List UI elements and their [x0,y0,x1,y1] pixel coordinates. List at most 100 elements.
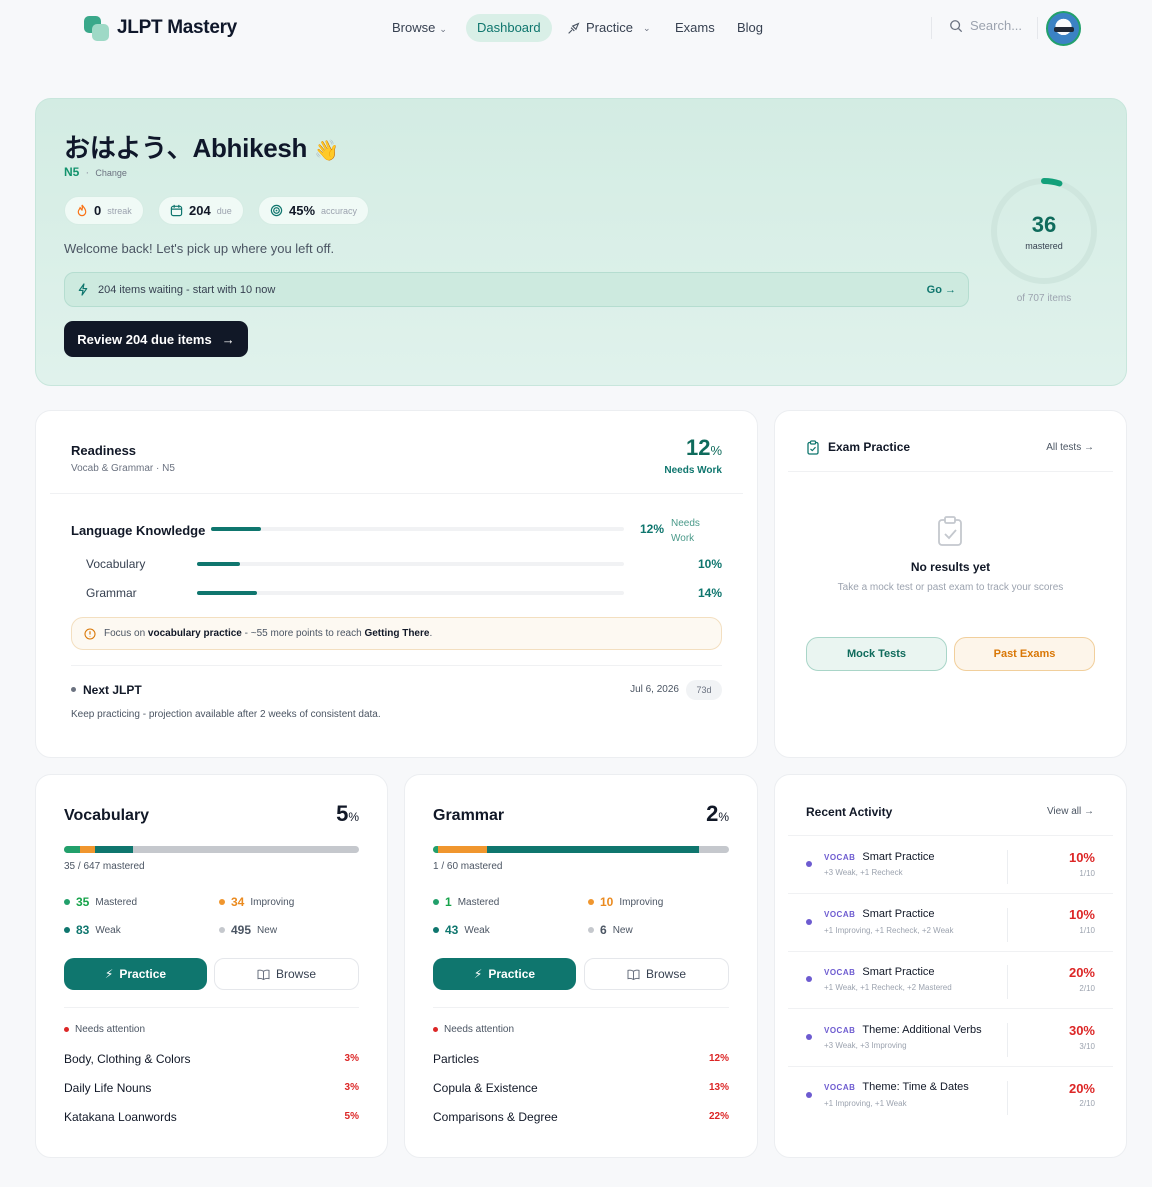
change-level-link[interactable]: Change [95,168,127,178]
divider [788,471,1113,472]
vocabulary-percent: 5% [336,801,359,826]
activity-dot [806,976,812,982]
vocabulary-mastered-text: 35 / 647 mastered [64,861,145,872]
divider [788,951,1113,952]
activity-fraction: 2/10 [1079,1099,1095,1108]
activity-item[interactable]: VOCAB Theme: Additional Verbs [824,1024,982,1036]
attention-item[interactable]: Body, Clothing & Colors [64,1052,191,1066]
divider [64,1007,359,1008]
go-link[interactable]: Go → [927,284,956,296]
logo-text[interactable]: JLPT Mastery [117,17,237,39]
improving-segment [79,846,96,853]
recent-activity-title: Recent Activity [806,805,893,819]
activity-item[interactable]: VOCAB Smart Practice [824,908,935,920]
divider [788,1008,1113,1009]
weak-stat: 83 Weak [64,923,121,937]
vocabulary-readiness-percent: 10% [697,557,722,571]
accuracy-pill: 45% accuracy [258,196,370,225]
arrow-right-icon: → [221,331,235,347]
attention-item[interactable]: Daily Life Nouns [64,1081,151,1095]
activity-score: 20% [1068,965,1095,980]
needs-attention-label: Needs attention [433,1024,514,1035]
needs-attention-label: Needs attention [64,1024,145,1035]
activity-detail: +1 Improving, +1 Recheck, +2 Weak [824,926,954,935]
readiness-status: Needs Work [664,465,722,476]
nav-blog[interactable]: Blog [737,14,763,42]
readiness-percent: 12% [685,435,722,460]
activity-dot [806,919,812,925]
nav-practice[interactable]: Practice ⌄ [567,14,651,42]
all-tests-link[interactable]: All tests → [1000,442,1094,453]
book-icon [627,969,640,980]
activity-detail: +3 Weak, +1 Recheck [824,868,903,877]
exam-practice-title: Exam Practice [828,440,911,454]
activity-item[interactable]: VOCAB Theme: Time & Dates [824,1081,969,1093]
attention-percent: 5% [344,1111,359,1122]
attention-percent: 12% [708,1053,729,1064]
vocabulary-browse-button[interactable]: Browse [214,958,359,990]
divider [788,835,1113,836]
nav-dashboard[interactable]: Dashboard [466,14,552,42]
next-jlpt-title: Next JLPT [83,683,142,697]
nav-exams[interactable]: Exams [675,14,715,42]
language-knowledge-status: Needs Work [671,518,700,544]
grammar-progress-bar [433,846,729,853]
view-all-link[interactable]: View all → [1000,806,1094,817]
vocabulary-readiness-label: Vocabulary [86,557,146,571]
vocabulary-progress-bar [64,846,359,853]
divider [50,493,743,494]
divider [1007,908,1008,942]
past-exams-button[interactable]: Past Exams [954,637,1095,671]
activity-score: 20% [1068,1081,1095,1096]
logo-icon[interactable] [84,16,110,42]
attention-percent: 22% [708,1111,729,1122]
activity-item[interactable]: VOCAB Smart Practice [824,851,935,863]
avatar[interactable] [1046,11,1081,46]
weak-segment [95,846,134,853]
readiness-subtitle: Vocab & Grammar · N5 [71,463,175,474]
next-jlpt-date: Jul 6, 2026 [630,684,679,695]
divider [788,1066,1113,1067]
language-knowledge-bar [211,527,624,531]
grammar-title: Grammar [433,807,505,824]
due-pill: 204 due [158,196,244,225]
activity-item[interactable]: VOCAB Smart Practice [824,966,935,978]
greeting: おはよう、Abhikesh 👋 [64,133,339,163]
attention-item[interactable]: Katakana Loanwords [64,1110,177,1124]
activity-score: 10% [1068,850,1095,865]
divider [1007,1023,1008,1057]
attention-item[interactable]: Comparisons & Degree [433,1110,558,1124]
search-icon [950,19,963,32]
divider [1007,965,1008,999]
vocabulary-practice-button[interactable]: ⚡ Practice [64,958,207,990]
focus-tip: Focus on vocabulary practice - ~55 more … [71,617,722,650]
attention-item[interactable]: Copula & Existence [433,1081,538,1095]
nav-browse[interactable]: Browse ⌄ [392,14,447,42]
flame-icon [77,204,87,217]
grammar-readiness-percent: 14% [697,586,722,600]
grammar-readiness-fill [197,591,257,595]
search-input[interactable]: Search... [949,18,1022,33]
attention-percent: 3% [344,1082,359,1093]
grammar-practice-button[interactable]: ⚡ Practice [433,958,576,990]
language-knowledge-label: Language Knowledge [71,523,206,538]
improving-segment [437,846,488,853]
empty-state-subtitle: Take a mock test or past exam to track y… [837,582,1064,593]
review-due-button[interactable]: Review 204 due items → [64,321,248,357]
grammar-browse-button[interactable]: Browse [584,958,729,990]
language-knowledge-percent: 12% [639,522,664,536]
mock-tests-button[interactable]: Mock Tests [806,637,947,671]
divider [931,17,932,39]
due-items-banner[interactable]: 204 items waiting - start with 10 now Go… [64,272,969,307]
vocabulary-title: Vocabulary [64,807,150,824]
new-stat: 6 New [588,923,633,937]
attention-item[interactable]: Particles [433,1052,479,1066]
divider [1007,850,1008,884]
status-dot [71,687,76,692]
chevron-down-icon: ⌄ [439,24,447,34]
grammar-mastered-text: 1 / 60 mastered [433,861,503,872]
welcome-text: Welcome back! Let's pick up where you le… [64,241,335,256]
lightning-icon: ⚡ [473,967,483,981]
activity-score: 30% [1068,1023,1095,1038]
activity-dot [806,1092,812,1098]
